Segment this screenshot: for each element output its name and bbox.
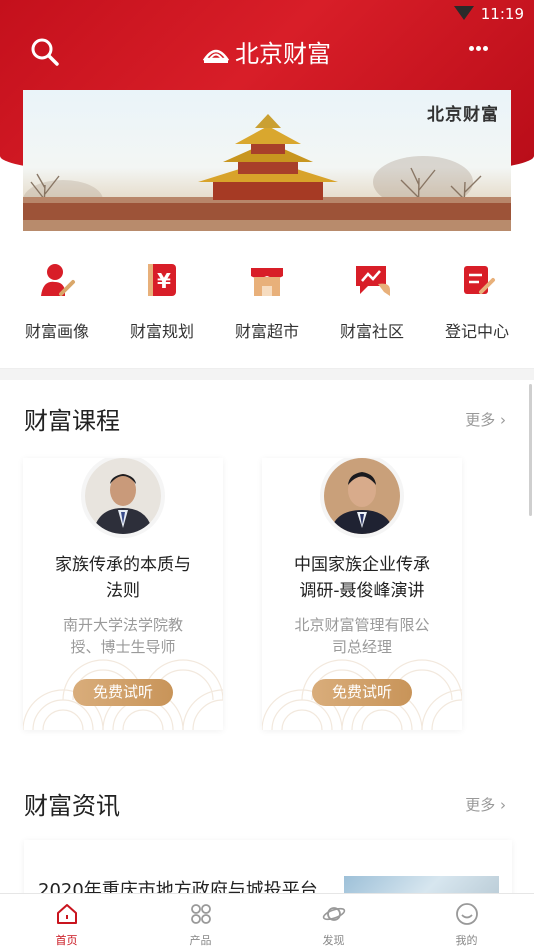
svg-text:¥: ¥ — [157, 269, 171, 293]
app-bar: 北京财富 — [0, 28, 534, 74]
more-icon[interactable] — [468, 38, 494, 64]
course-lecturer-line: 南开大学法学院教 — [62, 616, 183, 634]
scrollbar[interactable] — [529, 384, 532, 516]
course-title-line: 法则 — [106, 581, 140, 601]
quick-link-portrait[interactable]: 财富画像 — [9, 260, 105, 342]
course-lecturer-line: 授、博士生导师 — [70, 638, 176, 656]
tab-home[interactable]: 首页 — [0, 894, 133, 949]
status-time: 11:19 — [480, 5, 524, 23]
news-more-link[interactable]: 更多 › — [465, 794, 506, 815]
tab-label: 产品 — [189, 934, 212, 947]
wifi-icon — [454, 6, 474, 20]
chat-trend-icon — [356, 266, 390, 296]
course-title: 中国家族企业传承 调研-聂俊峰演讲 — [272, 552, 452, 604]
banner-image[interactable]: 北京财富 — [23, 90, 511, 231]
course-lecturer: 南开大学法学院教 授、博士生导师 — [41, 614, 205, 658]
status-bar: 11:19 — [0, 0, 534, 28]
quick-link-label: 财富画像 — [24, 322, 89, 341]
course-title-line: 家族传承的本质与 — [55, 555, 191, 575]
tab-label: 首页 — [55, 934, 78, 947]
course-title-line: 中国家族企业传承 — [294, 555, 430, 575]
news-section-title: 财富资讯 — [24, 792, 120, 820]
home-icon — [56, 904, 77, 924]
quick-link-register[interactable]: 登记中心 — [429, 260, 525, 342]
tab-products[interactable]: 产品 — [134, 894, 267, 949]
grid-icon — [190, 904, 211, 924]
banner-caption: 北京财富 — [427, 105, 499, 125]
course-lecturer: 北京财富管理有限公 司总经理 — [280, 614, 444, 658]
quick-link-planning[interactable]: ¥ 财富规划 — [114, 260, 210, 342]
course-lecturer-line: 司总经理 — [331, 638, 392, 656]
free-trial-button[interactable]: 免费试听 — [73, 679, 173, 706]
portrait-icon — [41, 264, 75, 296]
tab-mine[interactable]: 我的 — [400, 894, 533, 949]
logo-icon — [203, 49, 229, 63]
tab-discover[interactable]: 发现 — [267, 894, 400, 949]
lecturer-avatar — [85, 458, 161, 534]
course-lecturer-line: 北京财富管理有限公 — [294, 616, 430, 634]
quick-links: 财富画像 ¥ 财富规划 财富超市 财富社区 登记中心 — [0, 260, 534, 345]
quick-link-label: 财富社区 — [339, 322, 404, 341]
lecturer-avatar — [324, 458, 400, 534]
courses-more-link[interactable]: 更多 › — [465, 409, 506, 430]
courses-section-title: 财富课程 — [24, 407, 120, 435]
app-title-text: 北京财富 — [235, 40, 331, 68]
section-divider — [0, 368, 534, 380]
quick-link-label: 财富规划 — [129, 322, 194, 341]
tab-label: 发现 — [322, 934, 345, 947]
quick-link-community[interactable]: 财富社区 — [324, 260, 420, 342]
quick-link-label: 登记中心 — [444, 322, 509, 341]
course-title-line: 调研-聂俊峰演讲 — [299, 581, 425, 601]
app-screen: 11:19 北京财富 北京财富 财富画像 ¥ 财富规划 财富超市 财富社区 登记… — [0, 0, 534, 949]
course-card[interactable]: 中国家族企业传承 调研-聂俊峰演讲 北京财富管理有限公 司总经理 免费试听 — [262, 458, 462, 730]
store-icon — [251, 268, 283, 296]
course-title: 家族传承的本质与 法则 — [33, 552, 213, 604]
course-card[interactable]: 家族传承的本质与 法则 南开大学法学院教 授、博士生导师 免费试听 — [23, 458, 223, 730]
free-trial-button[interactable]: 免费试听 — [312, 679, 412, 706]
quick-link-store[interactable]: 财富超市 — [219, 260, 315, 342]
profile-icon — [455, 903, 478, 925]
register-icon — [464, 266, 495, 294]
planet-icon — [322, 907, 345, 921]
app-title: 北京财富 — [0, 34, 534, 69]
bottom-tab-bar: 首页 产品 发现 我的 — [0, 893, 534, 949]
yuan-icon: ¥ — [148, 264, 176, 296]
quick-link-label: 财富超市 — [234, 322, 299, 341]
tab-label: 我的 — [455, 934, 478, 947]
